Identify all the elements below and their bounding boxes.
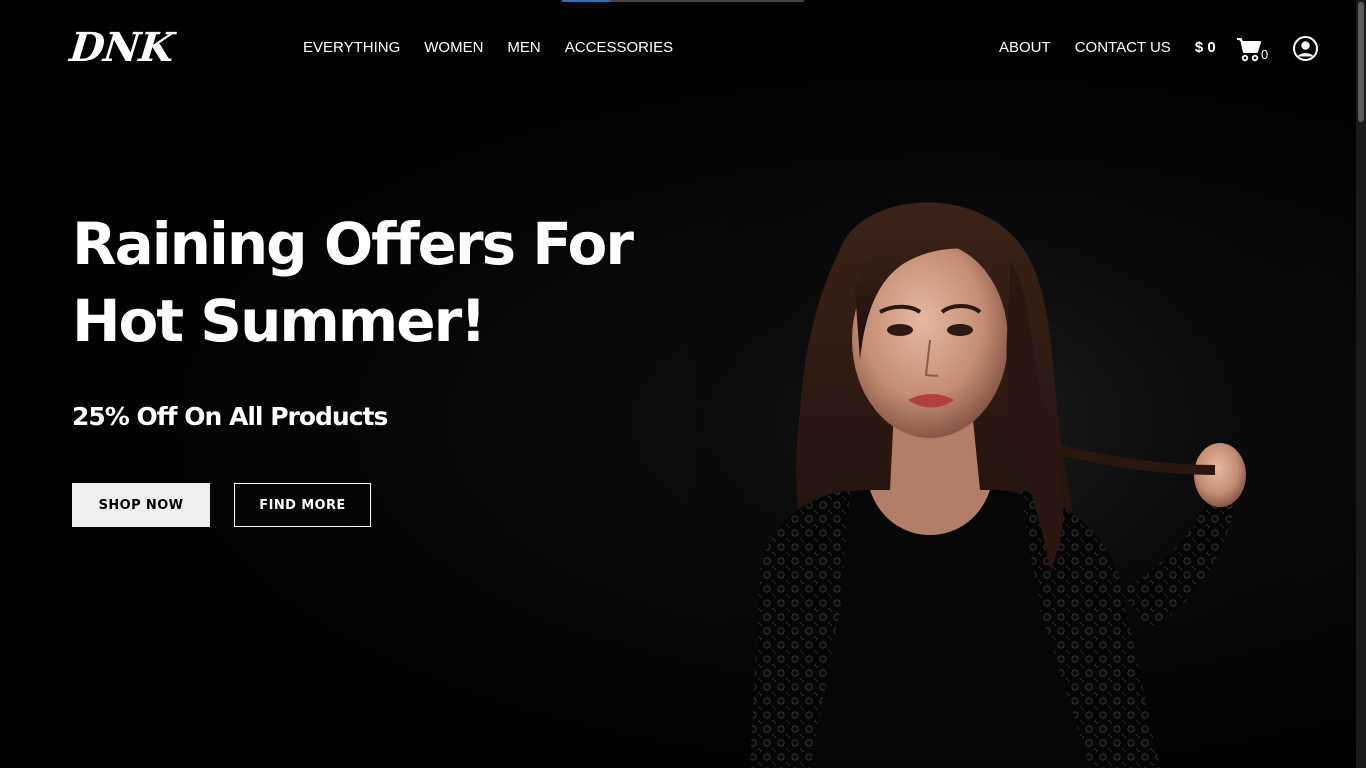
secondary-nav: ABOUT CONTACT US $ 0: [999, 38, 1216, 58]
account-button[interactable]: [1292, 35, 1319, 62]
brand-logo[interactable]: DNK: [68, 24, 176, 71]
shopping-cart-icon: [1237, 38, 1261, 62]
page: DNK EVERYTHING WOMEN MEN ACCESSORIES ABO…: [0, 0, 1356, 768]
nav-link-contact[interactable]: CONTACT US: [1075, 38, 1171, 58]
nav-link-about[interactable]: ABOUT: [999, 38, 1051, 58]
primary-nav: EVERYTHING WOMEN MEN ACCESSORIES: [303, 38, 673, 58]
nav-link-men[interactable]: MEN: [507, 38, 540, 58]
hero-subtitle: 25% Off On All Products: [72, 402, 388, 431]
hero-title-line-2: Hot Summer!: [72, 287, 487, 355]
cart-button[interactable]: 0: [1236, 36, 1272, 64]
user-circle-icon: [1293, 36, 1318, 61]
nav-link-everything[interactable]: EVERYTHING: [303, 38, 400, 58]
hero-model-image: [690, 190, 1310, 768]
site-header: DNK EVERYTHING WOMEN MEN ACCESSORIES ABO…: [0, 0, 1356, 96]
hero-title: Raining Offers For Hot Summer!: [72, 206, 672, 360]
hero-title-line-1: Raining Offers For: [72, 210, 634, 278]
find-more-button[interactable]: FIND MORE: [234, 483, 371, 527]
cart-count-badge: 0: [1261, 47, 1269, 62]
cart-total[interactable]: $ 0: [1195, 38, 1216, 58]
page-scrollbar[interactable]: [1356, 0, 1366, 768]
nav-link-women[interactable]: WOMEN: [424, 38, 483, 58]
shop-now-button[interactable]: SHOP NOW: [72, 483, 210, 527]
nav-link-accessories[interactable]: ACCESSORIES: [565, 38, 673, 58]
scrollbar-thumb[interactable]: [1358, 2, 1364, 122]
